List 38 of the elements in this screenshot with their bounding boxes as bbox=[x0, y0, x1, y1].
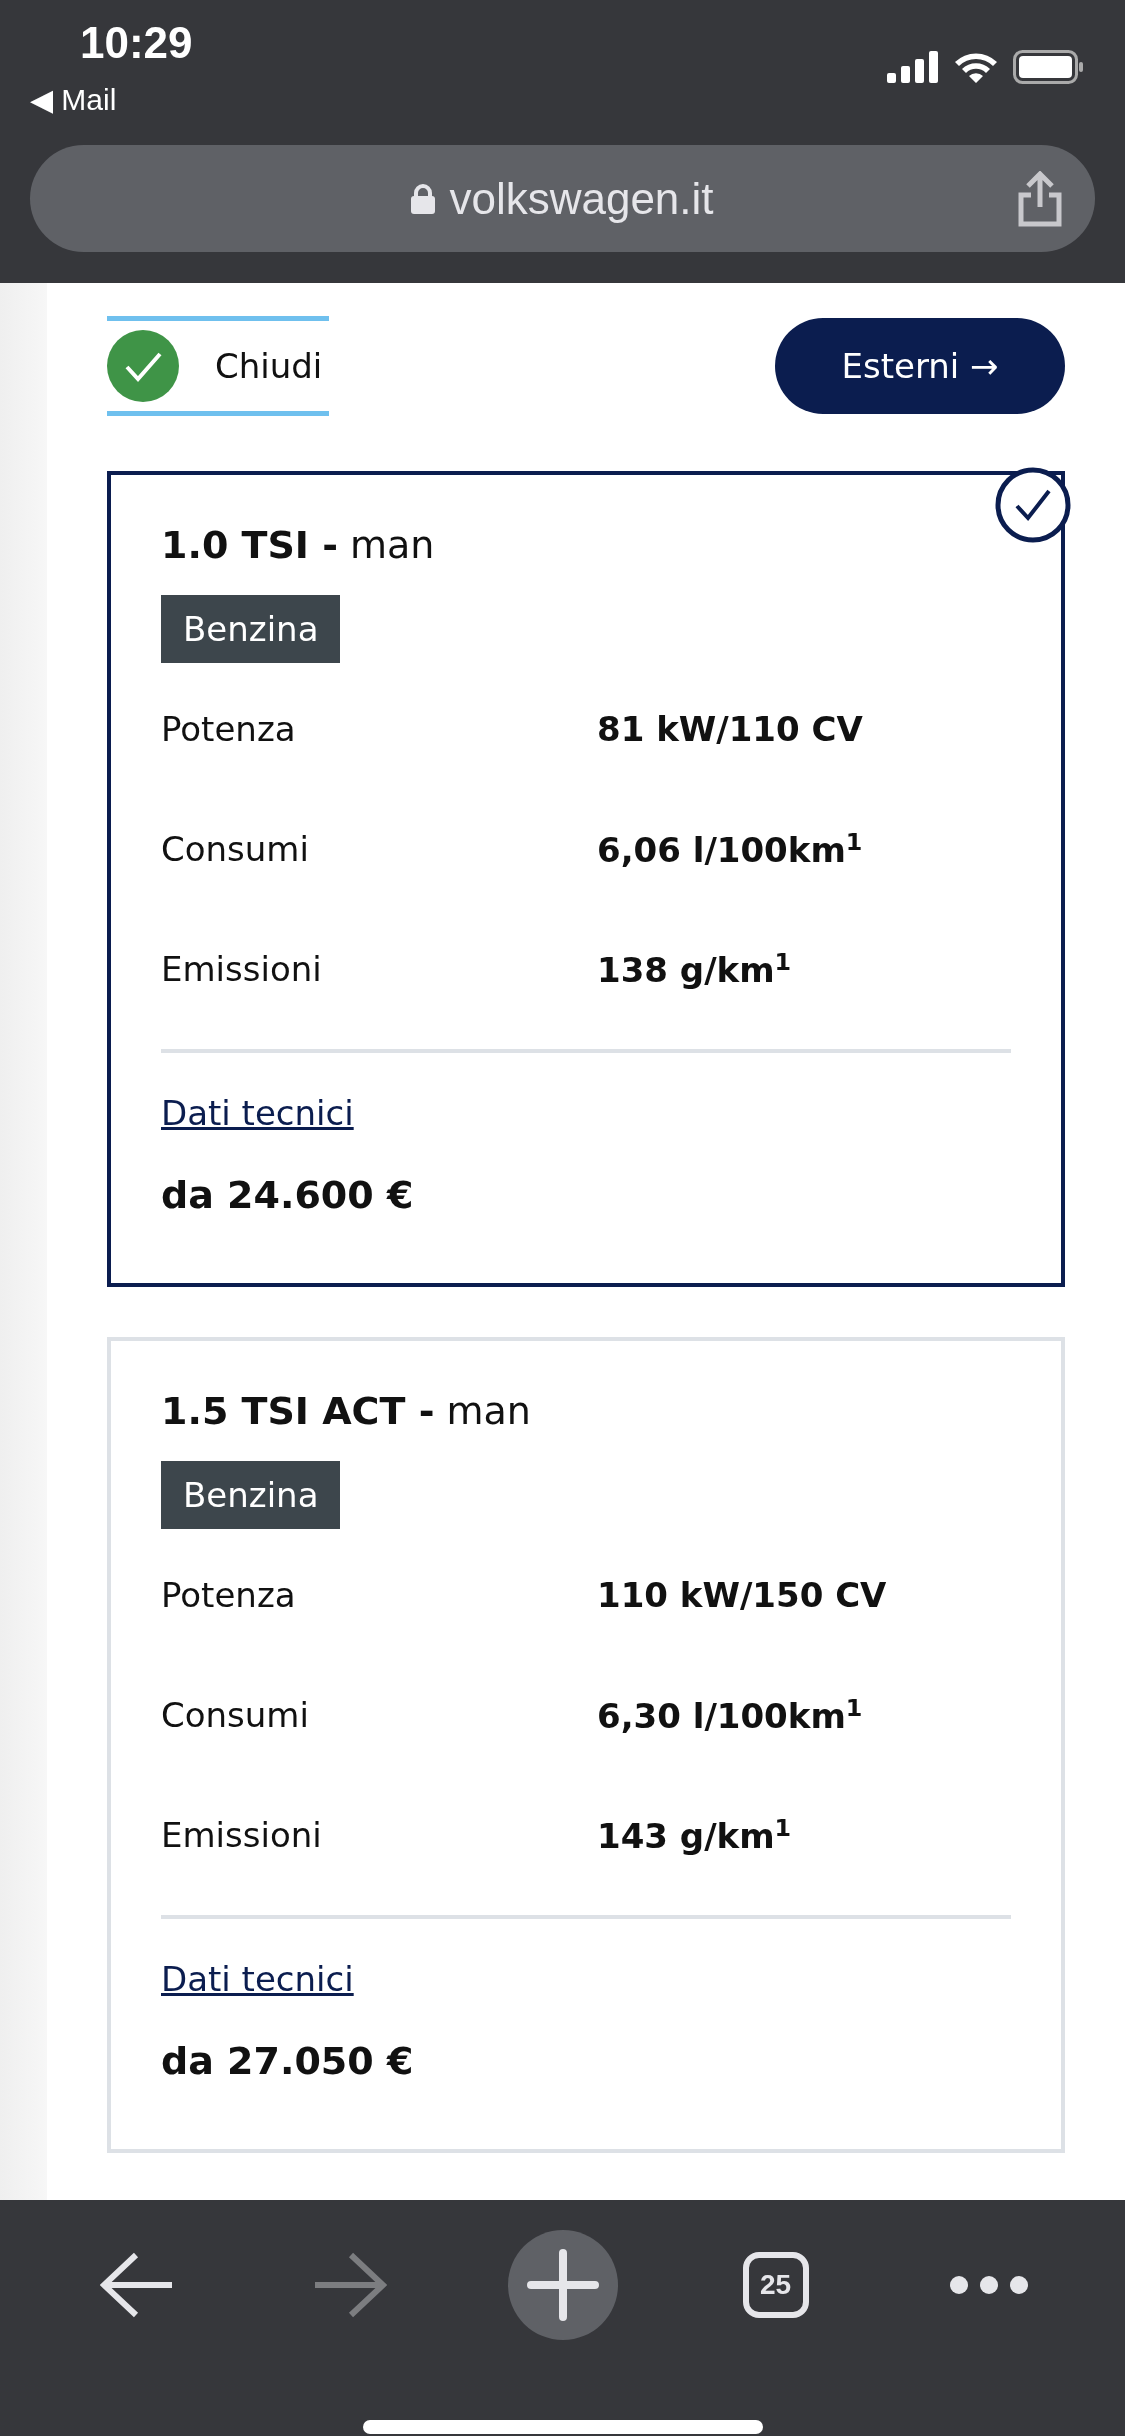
spec-value: 81 kW/110 CV bbox=[597, 709, 863, 749]
spec-label: Emissioni bbox=[161, 1815, 323, 1855]
check-icon bbox=[107, 330, 179, 402]
signal-icon bbox=[887, 51, 939, 83]
spec-value: 110 kW/150 CV bbox=[597, 1575, 887, 1615]
share-icon[interactable] bbox=[1017, 171, 1063, 227]
back-to-app-link[interactable]: ◀ Mail bbox=[30, 82, 117, 117]
engine-title: 1.5 TSI ACT - man bbox=[161, 1389, 532, 1433]
wifi-icon bbox=[953, 50, 999, 84]
status-time: 10:29 bbox=[80, 18, 193, 68]
url-text: volkswagen.it bbox=[449, 173, 714, 224]
spec-value: 6,30 l/100km$^{1}$ bbox=[597, 1693, 863, 1737]
battery-icon bbox=[1013, 50, 1085, 84]
spec-label: Emissioni bbox=[161, 949, 323, 989]
address-bar[interactable]: volkswagen.it bbox=[30, 145, 1095, 252]
check-icon bbox=[994, 466, 1072, 544]
fuel-tag: Benzina bbox=[161, 1461, 341, 1529]
back-arrow-icon[interactable] bbox=[99, 2252, 174, 2318]
price: da 27.050 € bbox=[161, 2039, 415, 2083]
fuel-tag: Benzina bbox=[161, 595, 341, 663]
lock-icon bbox=[411, 183, 436, 214]
exterior-button[interactable]: Esterni → bbox=[775, 318, 1065, 414]
plus-icon bbox=[526, 2249, 599, 2321]
spec-label: Potenza bbox=[161, 709, 297, 749]
technical-data-link[interactable]: Dati tecnici bbox=[161, 1959, 354, 1999]
more-icon[interactable] bbox=[948, 2275, 1029, 2295]
price: da 24.600 € bbox=[161, 1173, 415, 1217]
spec-value: 6,06 l/100km$^{1}$ bbox=[597, 827, 863, 871]
technical-data-link[interactable]: Dati tecnici bbox=[161, 1093, 354, 1133]
engine-card[interactable]: 1.5 TSI ACT - man Benzina Potenza 110 kW/150 CV Consumi 6,30 l/100km$^{1}$ Emissioni 143 g/km$^{1}$ Dati tecnici da 27.050 € bbox=[107, 1337, 1065, 2153]
engine-title: 1.0 TSI - man bbox=[161, 523, 436, 567]
tab-count-button[interactable]: 25 bbox=[742, 2252, 809, 2318]
spec-label: Consumi bbox=[161, 1695, 310, 1735]
spec-value: 138 g/km$^{1}$ bbox=[597, 947, 792, 991]
spec-label: Consumi bbox=[161, 829, 310, 869]
spec-label: Potenza bbox=[161, 1575, 297, 1615]
spec-value: 143 g/km$^{1}$ bbox=[597, 1813, 792, 1857]
close-toggle[interactable]: Chiudi bbox=[107, 316, 329, 416]
